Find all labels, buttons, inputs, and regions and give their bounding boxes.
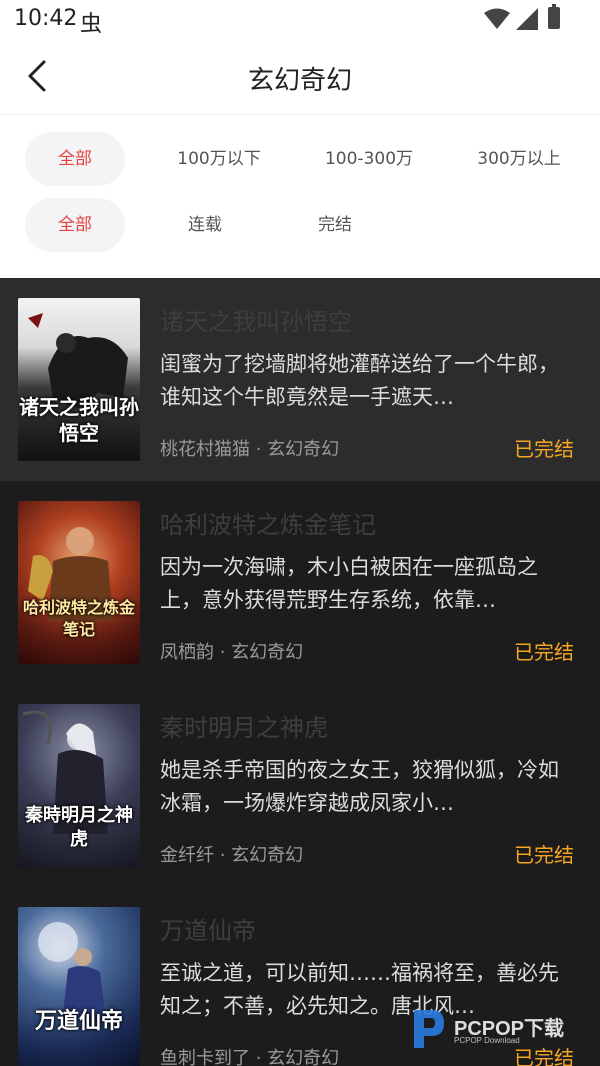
book-meta: 凤栖韵 · 玄幻奇幻 [160, 638, 303, 664]
page-title: 玄幻奇幻 [247, 66, 352, 96]
book-author: 凤栖韵 [160, 642, 214, 663]
filter-status-all[interactable]: 全部 [25, 198, 125, 252]
book-item[interactable]: 哈利波特之炼金笔记 哈利波特之炼金笔记 因为一次海啸，木小白被困在一座孤岛之上，… [0, 481, 600, 684]
book-author: 鱼刺卡到了 [160, 1048, 250, 1066]
meta-separator: · [214, 642, 232, 663]
book-meta: 鱼刺卡到了 · 玄幻奇幻 [160, 1044, 339, 1066]
cover-title: 哈利波特之炼金笔记 [22, 598, 135, 639]
word-count-filter: 全部 100万以下 100-300万 300万以上 [0, 132, 600, 186]
status-filter: 全部 连载 完结 [0, 198, 600, 252]
book-title: 诸天之我叫孙悟空 [160, 308, 352, 336]
book-category: 玄幻奇幻 [231, 642, 304, 663]
signal-icon [516, 8, 538, 30]
meta-separator: · [214, 845, 232, 866]
book-description: 她是杀手帝国的夜之女王，狡猾似狐，冷如冰霜，一场爆炸穿越成凤家小… [160, 758, 559, 815]
book-title: 哈利波特之炼金笔记 [160, 511, 376, 539]
book-item[interactable]: 秦時明月之神虎 秦时明月之神虎 她是杀手帝国的夜之女王，狡猾似狐，冷如冰霜，一场… [0, 684, 600, 887]
book-category: 玄幻奇幻 [267, 1048, 340, 1066]
watermark-subtext: PCPOP Download [454, 1036, 520, 1045]
book-meta: 桃花村猫猫 · 玄幻奇幻 [160, 435, 339, 461]
book-description: 闺蜜为了挖墙脚将她灌醉送给了一个牛郎，谁知这个牛郎竟然是一手遮天… [160, 352, 559, 409]
header: 玄幻奇幻 [0, 40, 600, 115]
book-title: 秦时明月之神虎 [160, 714, 328, 742]
book-cover: 哈利波特之炼金笔记 [18, 501, 140, 664]
book-author: 金纤纤 [160, 845, 214, 866]
status-time: 10:42 [14, 6, 78, 31]
wifi-icon [484, 8, 510, 29]
book-cover: 诸天之我叫孙悟空 [18, 298, 140, 461]
battery-icon [548, 4, 560, 29]
pcpop-logo-icon [414, 1010, 444, 1048]
cover-title: 万道仙帝 [34, 1008, 123, 1034]
filter-status-finished[interactable]: 完结 [285, 198, 385, 252]
book-category: 玄幻奇幻 [267, 439, 340, 460]
book-status: 已完结 [514, 437, 574, 461]
book-category: 玄幻奇幻 [231, 845, 304, 866]
book-title: 万道仙帝 [160, 917, 256, 945]
book-list: 诸天之我叫孙悟空 诸天之我叫孙悟空 闺蜜为了挖墙脚将她灌醉送给了一个牛郎，谁知这… [0, 278, 600, 1066]
top-panel: 10:42 虫 玄幻奇幻 全部 100万以下 100-300万 300万以上 全… [0, 0, 600, 278]
book-status: 已完结 [514, 640, 574, 664]
filter-wordcount-1m-3m[interactable]: 100-300万 [314, 132, 424, 186]
book-item[interactable]: 诸天之我叫孙悟空 诸天之我叫孙悟空 闺蜜为了挖墙脚将她灌醉送给了一个牛郎，谁知这… [0, 278, 600, 481]
book-author: 桃花村猫猫 [160, 439, 250, 460]
meta-separator: · [250, 439, 268, 460]
cover-title: 秦時明月之神虎 [25, 805, 133, 850]
filter-wordcount-over-3m[interactable]: 300万以上 [464, 132, 574, 186]
status-bar: 10:42 虫 [0, 0, 600, 40]
book-cover: 秦時明月之神虎 [18, 704, 140, 867]
filter-wordcount-all[interactable]: 全部 [25, 132, 125, 186]
book-description: 因为一次海啸，木小白被困在一座孤岛之上，意外获得荒野生存系统，依靠… [160, 555, 538, 612]
book-cover: 万道仙帝 [18, 907, 140, 1066]
book-meta: 金纤纤 · 玄幻奇幻 [160, 841, 303, 867]
cover-title: 诸天之我叫孙悟空 [19, 395, 139, 445]
meta-separator: · [250, 1048, 268, 1066]
filter-status-ongoing[interactable]: 连载 [155, 198, 255, 252]
debug-icon: 虫 [80, 12, 103, 37]
filter-wordcount-under-1m[interactable]: 100万以下 [164, 132, 274, 186]
watermark: PCPOP下载 PCPOP Download [408, 1004, 588, 1054]
book-status: 已完结 [514, 843, 574, 867]
